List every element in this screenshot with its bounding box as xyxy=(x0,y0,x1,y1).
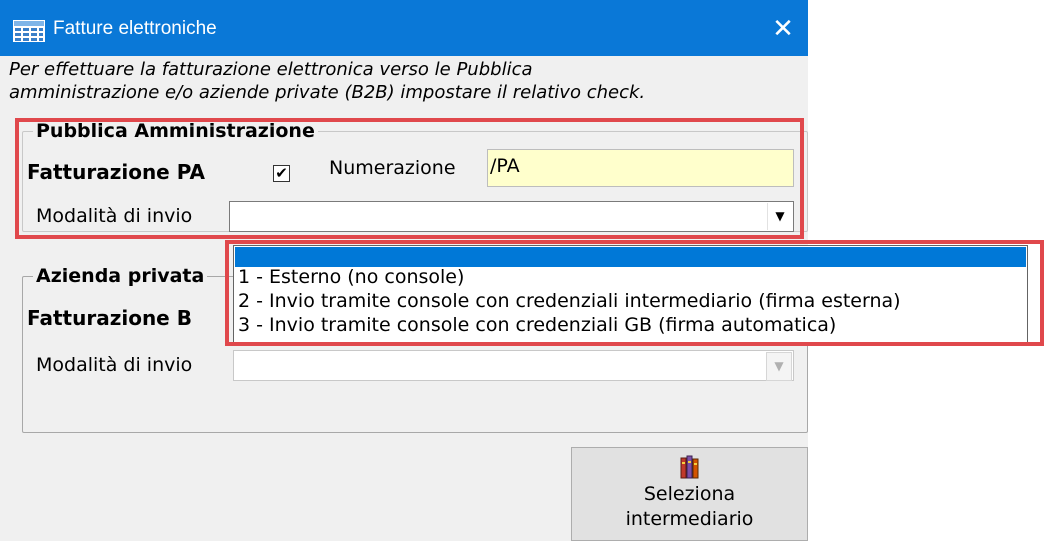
fatturazione-pa-label: Fatturazione PA xyxy=(27,160,206,184)
numerazione-field[interactable]: /PA xyxy=(487,149,794,187)
seleziona-intermediario-button[interactable]: Seleziona intermediario xyxy=(571,447,808,541)
seleziona-intermediario-label: Seleziona intermediario xyxy=(625,483,754,530)
close-icon[interactable]: ✕ xyxy=(760,8,806,50)
pa-modalita-label: Modalità di invio xyxy=(36,205,193,227)
modalita-dropdown-list: 1 - Esterno (no console) 2 - Invio trami… xyxy=(233,245,1028,346)
dropdown-option-empty-selected[interactable] xyxy=(235,247,1026,267)
books-icon xyxy=(680,455,698,479)
pa-modalita-select[interactable]: ▼ xyxy=(229,201,794,232)
private-group-legend: Azienda privata xyxy=(36,265,205,287)
pa-group-legend: Pubblica Amministrazione xyxy=(36,120,315,142)
fatturazione-pa-checkbox[interactable]: ✔ xyxy=(273,165,290,182)
dropdown-option-1[interactable]: 1 - Esterno (no console) xyxy=(238,266,464,289)
chevron-down-icon[interactable]: ▼ xyxy=(767,203,792,230)
window-title: Fatture elettroniche xyxy=(53,18,217,39)
title-bar[interactable]: Fatture elettroniche ✕ xyxy=(0,0,808,56)
dropdown-option-3[interactable]: 3 - Invio tramite console con credenzial… xyxy=(238,314,836,337)
numerazione-label: Numerazione xyxy=(329,157,456,179)
dropdown-option-2[interactable]: 2 - Invio tramite console con credenzial… xyxy=(238,290,901,313)
intro-text: Per effettuare la fatturazione elettroni… xyxy=(9,59,646,103)
chevron-down-icon[interactable]: ▼ xyxy=(766,352,792,381)
app-grid-icon xyxy=(13,20,45,42)
private-modalita-select[interactable]: ▼ xyxy=(233,350,794,381)
private-modalita-label: Modalità di invio xyxy=(36,354,193,376)
fatturazione-b2b-label: Fatturazione B xyxy=(27,306,192,330)
